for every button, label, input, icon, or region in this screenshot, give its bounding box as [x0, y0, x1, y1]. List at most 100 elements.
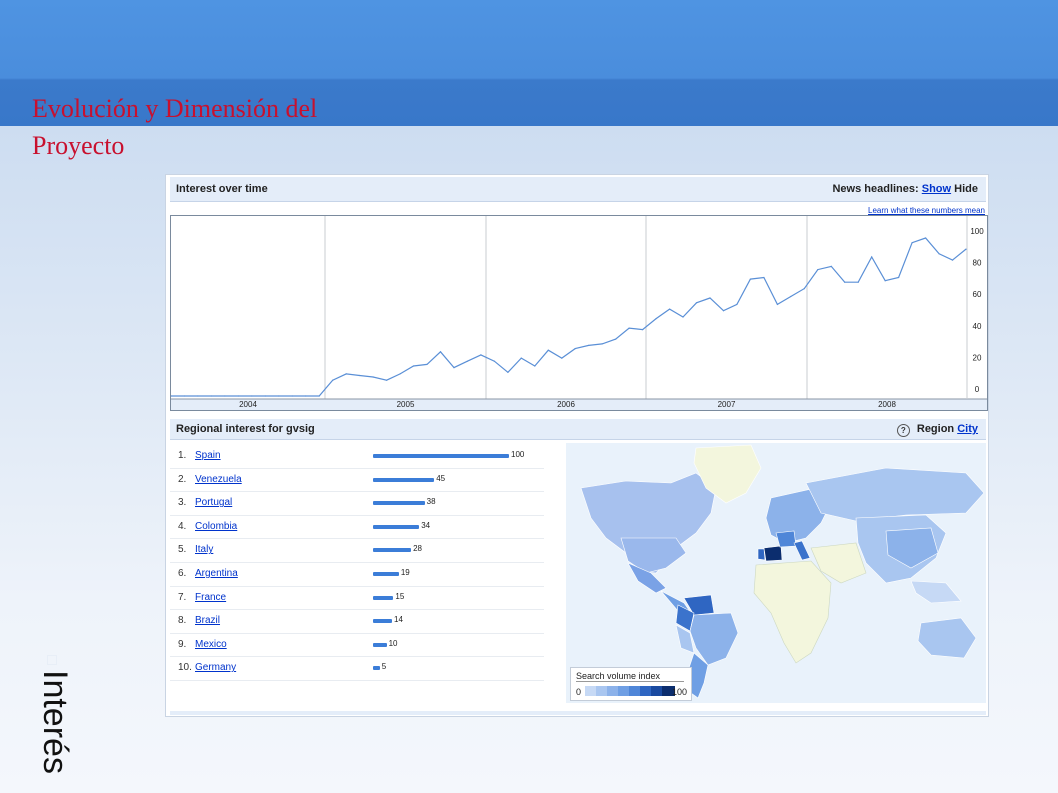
interest-point: [507, 371, 509, 373]
interest-point: [493, 360, 495, 362]
interest-point: [642, 329, 644, 331]
x-tick-label: 2008: [878, 400, 896, 409]
interest-point: [695, 302, 698, 304]
region-value: 38: [426, 497, 436, 507]
x-tick-label: 2007: [718, 400, 736, 409]
region-bar: [373, 477, 435, 482]
region-row: 1. Spain 100: [170, 445, 544, 469]
region-name-link[interactable]: Venezuela: [195, 474, 242, 485]
region-name-link[interactable]: Colombia: [195, 521, 237, 532]
legend-max: 100: [671, 687, 687, 697]
regional-header: Regional interest for gvsig ? Region Cit…: [170, 419, 986, 440]
news-show-link[interactable]: Show: [922, 183, 951, 195]
x-axis-strip: [171, 399, 987, 410]
region-name-link[interactable]: France: [195, 592, 226, 603]
interest-point: [251, 395, 253, 397]
interest-point: [210, 395, 212, 397]
interest-point: [183, 395, 186, 397]
legend-min: 0: [576, 687, 582, 697]
city-link[interactable]: City: [957, 423, 978, 435]
interest-point: [803, 288, 805, 290]
interest-line-chart: 2004 2005 2006 2007 2008 0 20 40 60 80 100: [170, 216, 987, 410]
interest-point: [359, 374, 361, 377]
interest-point: [345, 373, 347, 375]
region-name-link[interactable]: Argentina: [195, 568, 238, 579]
region-name-link[interactable]: Spain: [195, 450, 221, 461]
interest-point: [453, 367, 455, 369]
region-name-link[interactable]: Germany: [195, 662, 236, 673]
region-value: 15: [395, 591, 405, 601]
interest-point: [439, 351, 442, 353]
interest-point: [628, 327, 630, 329]
region-bar: [373, 454, 509, 458]
map-italy: [793, 540, 811, 561]
region-name-link[interactable]: Portugal: [195, 497, 232, 508]
map-russia: [805, 467, 985, 522]
interest-point: [763, 276, 765, 279]
news-hide: Hide: [954, 183, 978, 195]
y-tick-label: 80: [973, 259, 982, 268]
map-france: [775, 530, 797, 548]
region-name-link[interactable]: Brazil: [195, 615, 220, 626]
map-portugal: [757, 548, 766, 561]
region-bar: [373, 501, 425, 506]
region-bar: [373, 642, 387, 647]
region-value: 5: [381, 662, 387, 672]
region-value: 45: [436, 473, 446, 483]
y-tick-label: 0: [975, 385, 980, 394]
map-spain: [763, 545, 783, 562]
interest-point: [722, 310, 725, 312]
interest-point: [749, 278, 752, 280]
region-name-link[interactable]: Italy: [195, 544, 213, 555]
world-map-svg: [580, 444, 985, 699]
interest-point: [911, 242, 913, 244]
region-toggle: ? Region City: [896, 423, 978, 437]
y-tick-label: 20: [973, 353, 982, 362]
region-row: 9. Mexico 10: [170, 634, 544, 658]
y-tick-label: 100: [970, 227, 984, 236]
region-row: 6. Argentina 19: [170, 563, 544, 587]
interest-point: [399, 373, 401, 375]
interest-point: [412, 365, 415, 367]
region-value: 100: [511, 450, 525, 459]
world-map[interactable]: Search volume index 0 100: [566, 443, 986, 703]
region-row: 8. Brazil 14: [170, 610, 544, 634]
interest-point: [682, 316, 684, 318]
region-row: 3. Portugal 38: [170, 492, 544, 516]
interest-point: [332, 379, 334, 381]
region-row: 10. Germany 5: [170, 657, 544, 681]
x-tick-label: 2006: [557, 400, 575, 409]
interest-point: [776, 303, 779, 305]
interest-point: [655, 318, 657, 320]
region-value: 34: [421, 520, 431, 530]
interest-point: [615, 338, 617, 340]
interest-point: [574, 348, 576, 350]
help-icon[interactable]: ?: [896, 424, 910, 437]
interest-point: [938, 253, 940, 255]
interest-point: [669, 308, 671, 310]
interest-point: [305, 395, 307, 397]
interest-header: Interest over time News headlines: Show …: [170, 177, 986, 202]
region-row: 4. Colombia 34: [170, 516, 544, 540]
interest-point: [965, 248, 967, 250]
map-australia: [917, 617, 977, 659]
region-name-link[interactable]: Mexico: [195, 639, 227, 650]
y-tick-label: 40: [973, 322, 982, 331]
region-row: 5. Italy 28: [170, 539, 544, 563]
learn-link[interactable]: Learn what these numbers mean: [868, 206, 985, 215]
interest-point: [736, 303, 738, 305]
region-row: 7. France 15: [170, 587, 544, 611]
interest-point: [844, 281, 846, 283]
interest-point: [291, 395, 293, 397]
interest-point: [898, 276, 900, 279]
interest-point: [466, 360, 468, 362]
region-value: 14: [394, 615, 403, 625]
interest-point: [884, 280, 886, 282]
y-tick-label: 60: [973, 290, 982, 299]
interest-chart-box: 2004 2005 2006 2007 2008 0 20 40 60 80 100: [170, 215, 988, 411]
interest-point: [857, 281, 859, 283]
legend-title: Search volume index: [576, 671, 684, 682]
bullet-box: [47, 655, 57, 665]
interest-point: [951, 259, 954, 261]
interest-series-line: [171, 237, 967, 397]
